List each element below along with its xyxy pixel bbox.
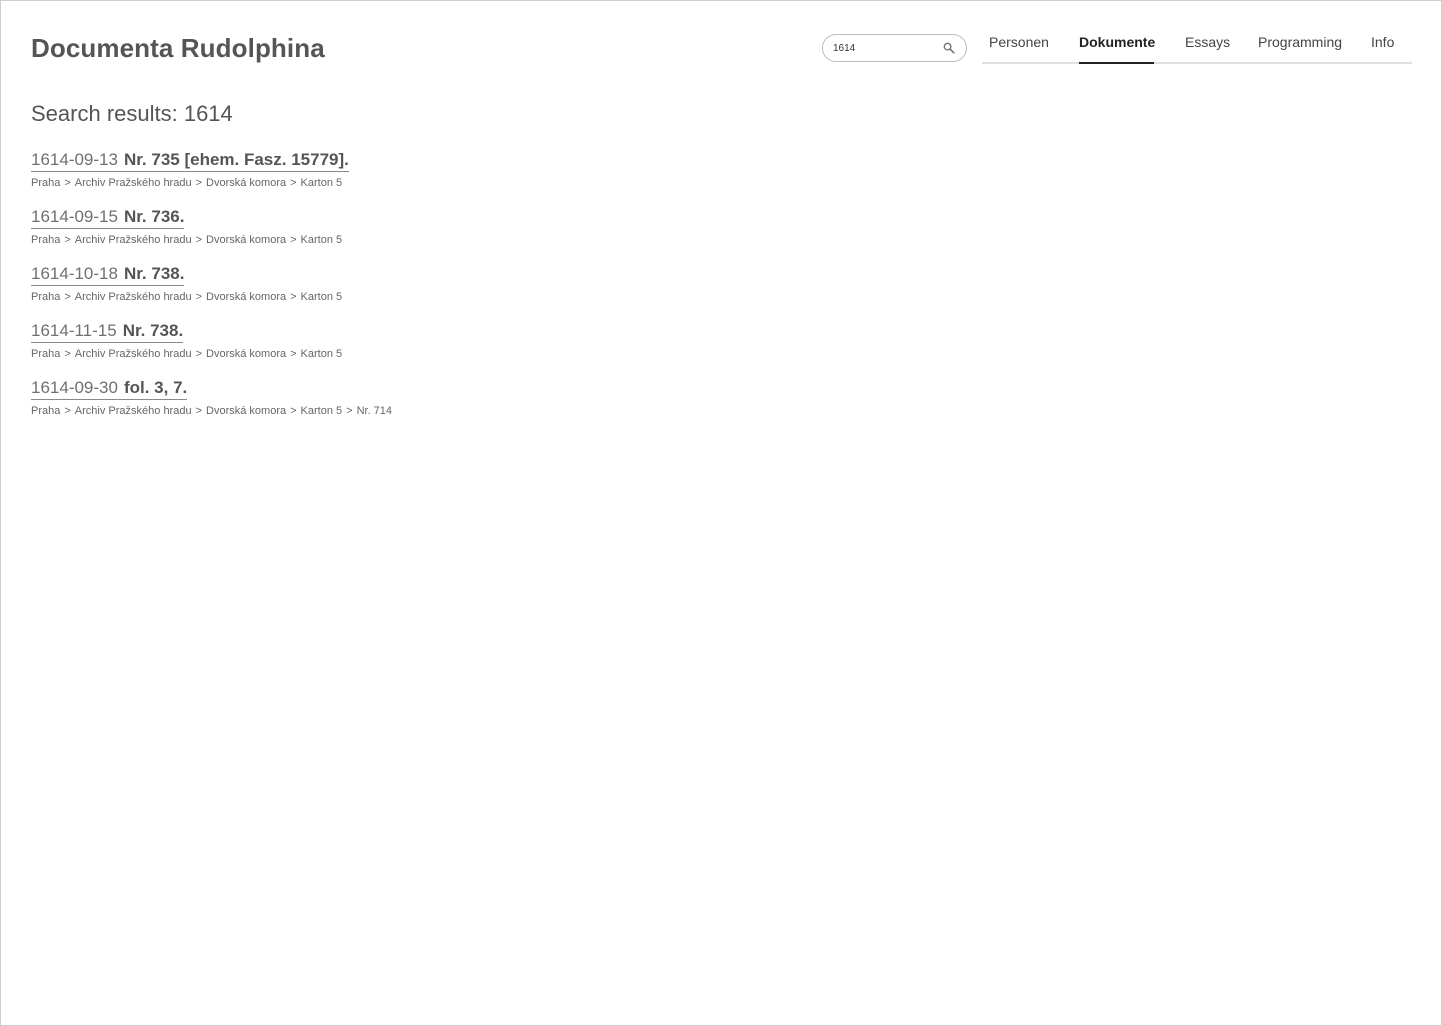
breadcrumb-separator: > — [64, 177, 71, 189]
result-breadcrumb: Praha > Archiv Pražského hradu > Dvorská kom… — [31, 290, 342, 304]
nav-item-dokumente[interactable]: Dokumente — [1079, 34, 1155, 50]
breadcrumb-item: Nr. 714 — [356, 405, 393, 417]
breadcrumb-separator: > — [64, 291, 71, 303]
breadcrumb-item: Archiv Pražského hradu — [74, 348, 192, 360]
breadcrumb-separator: > — [290, 405, 297, 417]
result-item: 1614-10-18 Nr. 738. Praha > Archiv Pražskéh… — [31, 264, 342, 304]
breadcrumb-separator: > — [195, 291, 203, 303]
result-date: 1614-11-15 — [31, 321, 117, 340]
active-tab-indicator — [1079, 62, 1154, 64]
breadcrumb-item: Dvorská komora — [206, 405, 287, 417]
search-box[interactable] — [822, 34, 967, 62]
breadcrumb-item: Archiv Pražského hradu — [74, 234, 192, 246]
result-date: 1614-09-30 — [31, 378, 118, 397]
breadcrumb-item: Praha — [31, 405, 61, 417]
breadcrumb-item: Dvorská komora — [206, 177, 287, 189]
result-date: 1614-09-15 — [31, 207, 118, 226]
result-title: Nr. 735 [ehem. Fasz. 15779]. — [123, 150, 349, 169]
result-item: 1614-09-15 Nr. 736. Praha > Archiv Pražskéh… — [31, 207, 342, 247]
breadcrumb-separator: > — [195, 234, 203, 246]
result-breadcrumb: Praha > Archiv Pražského hradu > Dvorská kom… — [31, 347, 342, 361]
result-link[interactable]: 1614-09-13 Nr. 735 [ehem. Fasz. 15779]. — [31, 150, 349, 172]
breadcrumb-item: Dvorská komora — [206, 291, 287, 303]
result-link[interactable]: 1614-10-18 Nr. 738. — [31, 264, 185, 286]
breadcrumb-item: Karton 5 — [300, 405, 343, 417]
breadcrumb-item: Praha — [31, 291, 61, 303]
result-title: Nr. 736. — [123, 207, 185, 226]
result-link[interactable]: 1614-09-15 Nr. 736. — [31, 207, 185, 229]
result-link[interactable]: 1614-09-30 fol. 3, 7. — [31, 378, 188, 400]
breadcrumb-separator: > — [64, 405, 71, 417]
breadcrumb-separator: > — [64, 348, 71, 360]
breadcrumb-separator: > — [346, 405, 353, 417]
breadcrumb-separator: > — [290, 291, 297, 303]
breadcrumb-separator: > — [64, 234, 71, 246]
breadcrumb-item: Karton 5 — [300, 177, 343, 189]
breadcrumb-item: Archiv Pražského hradu — [74, 291, 192, 303]
breadcrumb-item: Archiv Pražského hradu — [74, 177, 192, 189]
result-breadcrumb: Praha > Archiv Pražského hradu > Dvorská kom… — [31, 404, 392, 418]
result-date: 1614-10-18 — [31, 264, 118, 283]
site-title[interactable]: Documenta Rudolphina — [31, 33, 325, 64]
result-breadcrumb: Praha > Archiv Pražského hradu > Dvorská kom… — [31, 233, 342, 247]
breadcrumb-item: Karton 5 — [300, 348, 343, 360]
results-heading: Search results: 1614 — [31, 101, 233, 126]
breadcrumb-item: Archiv Pražského hradu — [74, 405, 192, 417]
result-title: Nr. 738. — [123, 264, 185, 283]
result-item: 1614-09-30 fol. 3, 7. Praha > Archiv Pražsk… — [31, 378, 392, 418]
breadcrumb-item: Dvorská komora — [206, 234, 287, 246]
result-item: 1614-09-13 Nr. 735 [ehem. Fasz. 15779]. P… — [31, 150, 349, 190]
breadcrumb-separator: > — [195, 177, 203, 189]
breadcrumb-separator: > — [290, 348, 297, 360]
breadcrumb-separator: > — [195, 405, 203, 417]
nav-item-programming[interactable]: Programming — [1258, 34, 1342, 50]
nav-item-info[interactable]: Info — [1371, 34, 1394, 50]
result-breadcrumb: Praha > Archiv Pražského hradu > Dvorská kom… — [31, 176, 349, 190]
result-item: 1614-11-15 Nr. 738. Praha > Archiv Pražskéh… — [31, 321, 342, 361]
result-title: fol. 3, 7. — [123, 378, 188, 397]
breadcrumb-separator: > — [290, 177, 297, 189]
breadcrumb-item: Karton 5 — [300, 291, 343, 303]
breadcrumb-item: Praha — [31, 177, 61, 189]
breadcrumb-item: Karton 5 — [300, 234, 343, 246]
search-input[interactable] — [833, 38, 933, 58]
breadcrumb-separator: > — [195, 348, 203, 360]
result-date: 1614-09-13 — [31, 150, 118, 169]
result-title: Nr. 738. — [122, 321, 184, 340]
nav-item-personen[interactable]: Personen — [989, 34, 1049, 50]
search-icon[interactable] — [943, 42, 955, 54]
breadcrumb-item: Dvorská komora — [206, 348, 287, 360]
breadcrumb-item: Praha — [31, 348, 61, 360]
nav-item-essays[interactable]: Essays — [1185, 34, 1230, 50]
breadcrumb-item: Praha — [31, 234, 61, 246]
result-link[interactable]: 1614-11-15 Nr. 738. — [31, 321, 184, 343]
breadcrumb-separator: > — [290, 234, 297, 246]
main-nav: Personen Dokumente Essays Programming In… — [982, 28, 1412, 64]
